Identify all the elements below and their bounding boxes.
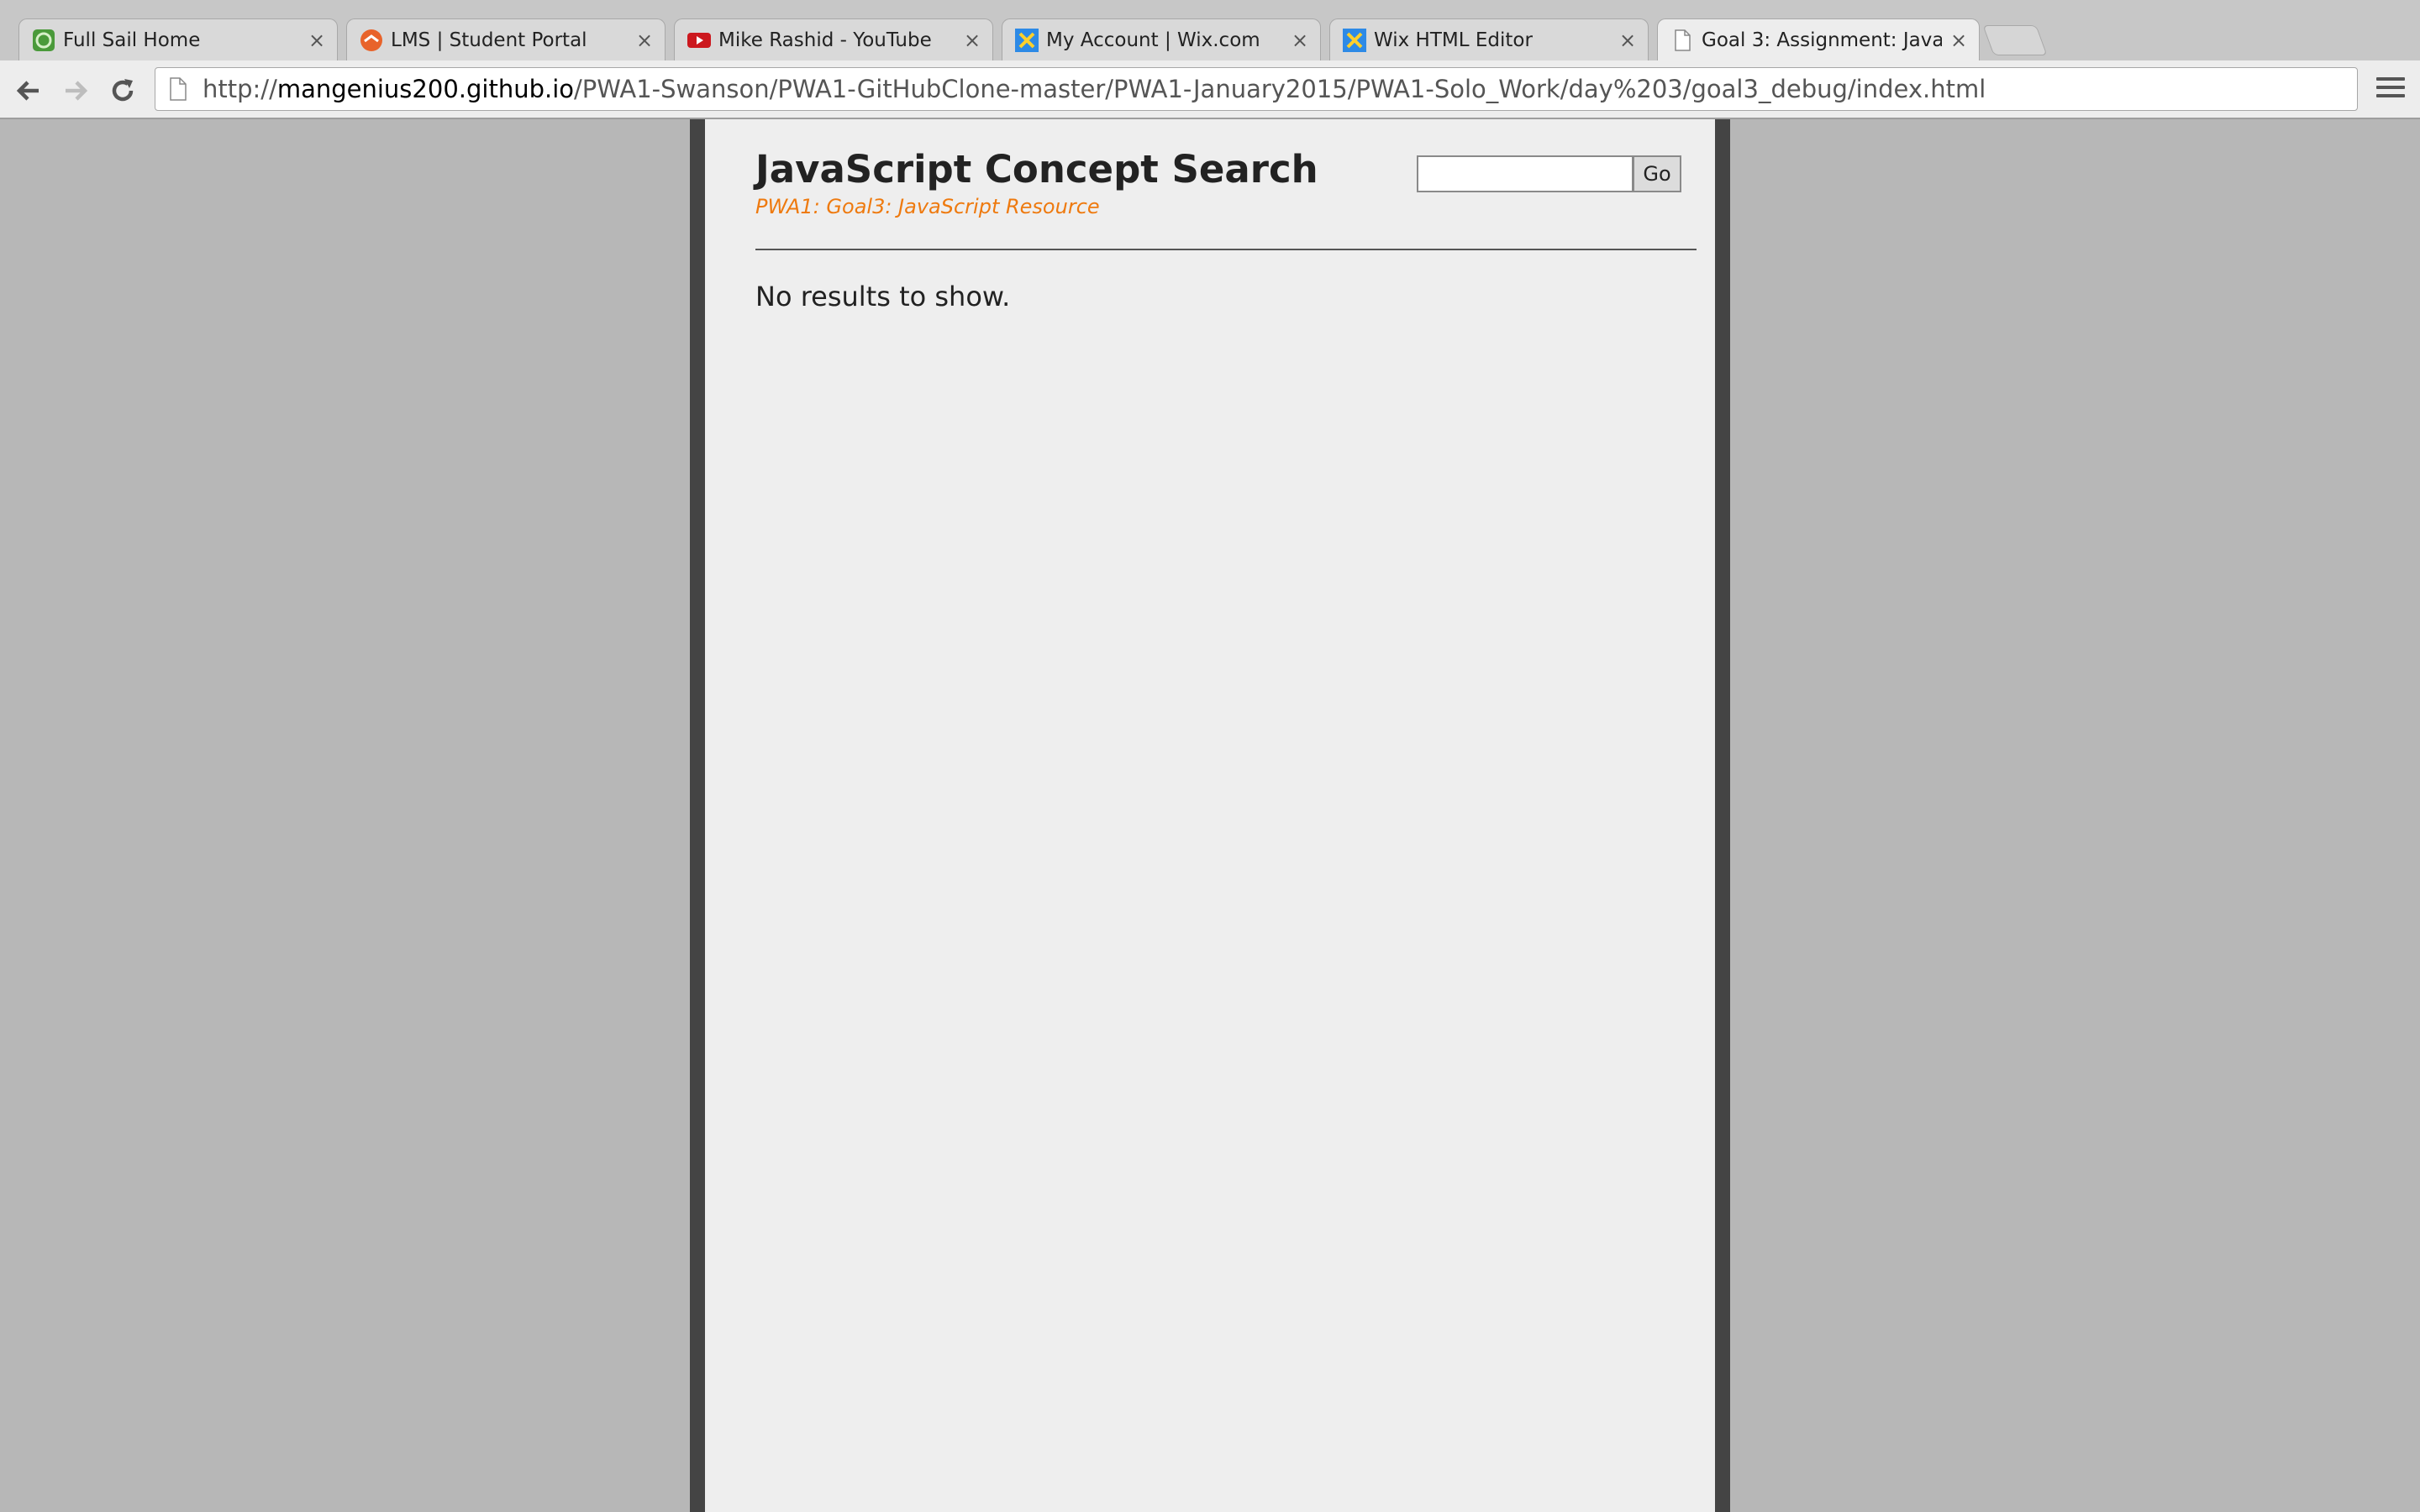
close-icon[interactable]: ×	[1618, 29, 1638, 52]
url-path: /PWA1-Swanson/PWA1-GitHubClone-master/PW…	[574, 75, 1986, 103]
close-icon[interactable]: ×	[1290, 29, 1310, 52]
go-button[interactable]: Go	[1633, 155, 1681, 192]
close-icon[interactable]: ×	[634, 29, 655, 52]
page-icon	[1670, 28, 1695, 53]
new-tab-button[interactable]	[1982, 25, 2048, 55]
tab-title: Mike Rashid - YouTube	[718, 29, 932, 51]
divider	[755, 249, 1697, 250]
wix-icon	[1014, 28, 1039, 53]
page-icon	[167, 76, 189, 102]
close-icon[interactable]: ×	[307, 29, 327, 52]
results-message: No results to show.	[755, 281, 1011, 312]
fullsail-icon	[31, 28, 56, 53]
browser-toolbar: http://mangenius200.github.io/PWA1-Swans…	[0, 60, 2420, 119]
close-icon[interactable]: ×	[962, 29, 982, 52]
tab-full-sail-home[interactable]: Full Sail Home ×	[18, 18, 338, 60]
youtube-icon	[687, 28, 712, 53]
url-host: mangenius200.github.io	[276, 75, 575, 103]
back-icon[interactable]	[12, 74, 45, 108]
wix-icon	[1342, 28, 1367, 53]
close-icon[interactable]: ×	[1949, 29, 1969, 52]
search-input[interactable]	[1417, 155, 1634, 192]
tab-title: Goal 3: Assignment: JavaSc	[1702, 29, 1942, 51]
tab-lms-student-portal[interactable]: LMS | Student Portal ×	[346, 18, 666, 60]
tab-wix-html-editor[interactable]: Wix HTML Editor ×	[1329, 18, 1649, 60]
tab-goal3-assignment[interactable]: Goal 3: Assignment: JavaSc ×	[1657, 18, 1980, 60]
page-container: JavaScript Concept Search PWA1: Goal3: J…	[690, 119, 1730, 1512]
tab-wix-account[interactable]: My Account | Wix.com ×	[1002, 18, 1321, 60]
reload-icon[interactable]	[106, 74, 139, 108]
tab-strip: Full Sail Home × LMS | Student Portal × …	[0, 0, 2420, 60]
tab-title: Wix HTML Editor	[1374, 29, 1533, 51]
url-scheme: http://	[203, 75, 277, 103]
menu-icon[interactable]	[2376, 77, 2405, 102]
address-bar[interactable]: http://mangenius200.github.io/PWA1-Swans…	[155, 67, 2358, 111]
forward-icon[interactable]	[59, 74, 92, 108]
tab-title: LMS | Student Portal	[391, 29, 587, 51]
tab-title: My Account | Wix.com	[1046, 29, 1260, 51]
lms-icon	[359, 28, 384, 53]
tab-title: Full Sail Home	[63, 29, 201, 51]
tab-youtube[interactable]: Mike Rashid - YouTube ×	[674, 18, 993, 60]
page-viewport: JavaScript Concept Search PWA1: Goal3: J…	[0, 119, 2420, 1512]
page-title: JavaScript Concept Search	[755, 147, 1318, 192]
page-subtitle: PWA1: Goal3: JavaScript Resource	[755, 195, 1100, 218]
